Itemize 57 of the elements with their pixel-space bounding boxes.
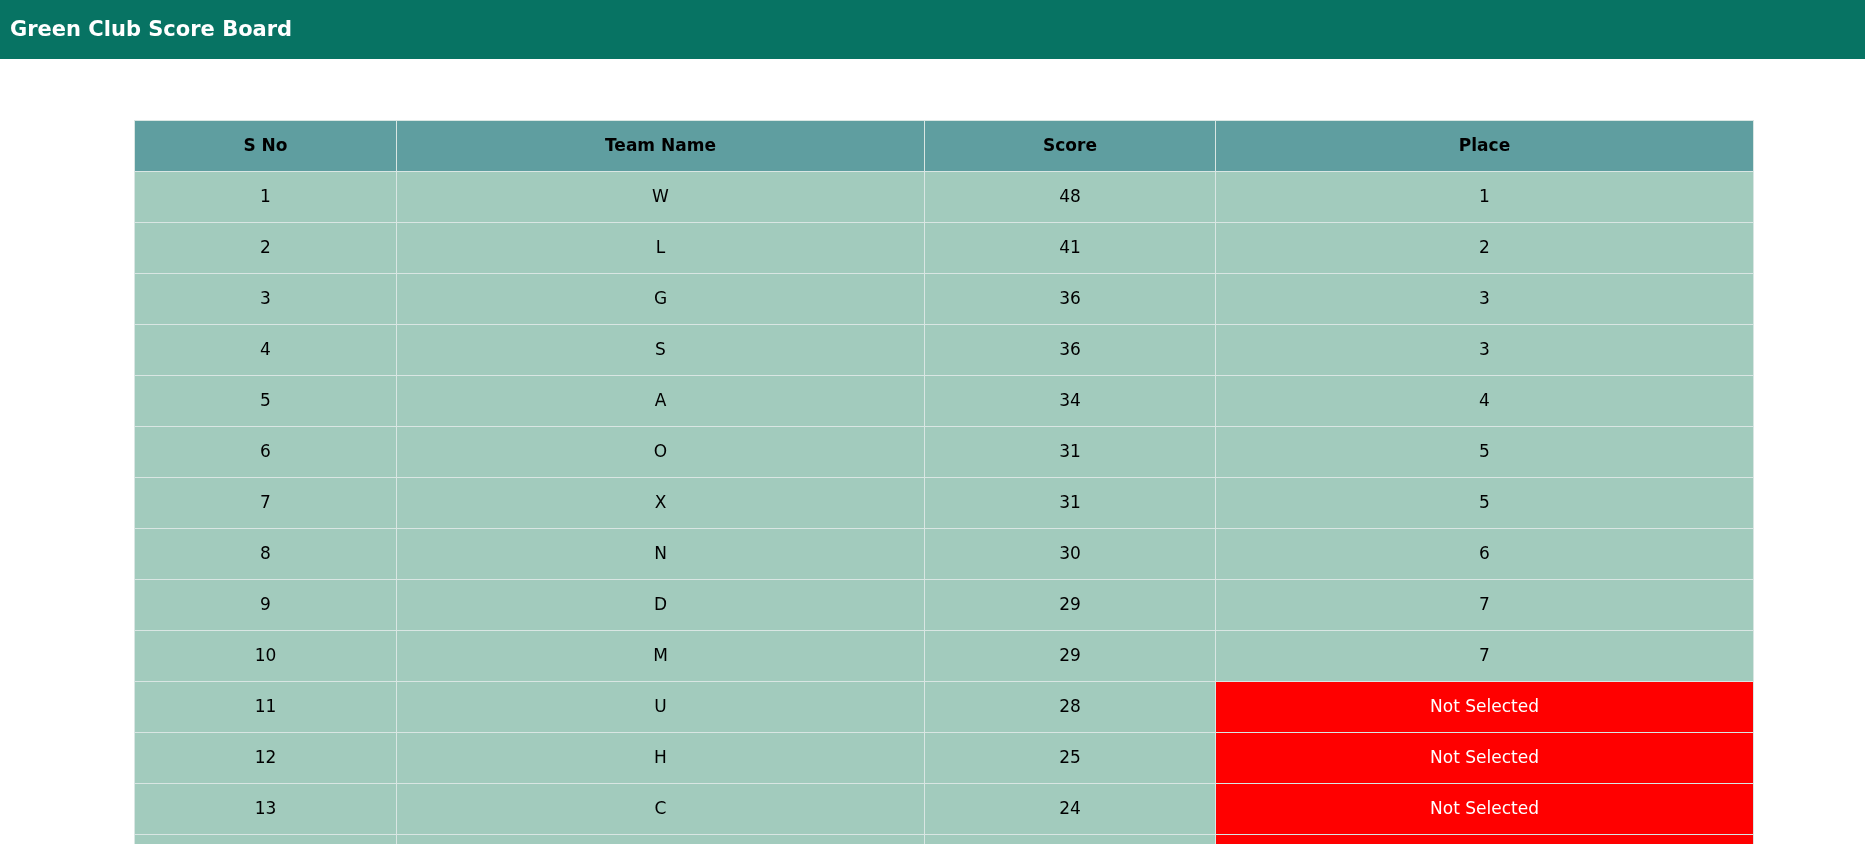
table-cell: 48 (924, 171, 1216, 223)
table-cell: 29 (924, 630, 1216, 682)
table-cell: 30 (924, 528, 1216, 580)
table-cell: 7 (1215, 579, 1754, 631)
table-cell: S (396, 324, 925, 376)
table-cell: 31 (924, 477, 1216, 529)
table-cell: 2 (134, 222, 397, 274)
table-cell: 1 (1215, 171, 1754, 223)
table-cell: L (396, 222, 925, 274)
table-cell: 10 (134, 630, 397, 682)
table-cell: 5 (1215, 426, 1754, 478)
column-header: Score (924, 120, 1216, 172)
table-cell: 36 (924, 324, 1216, 376)
table-cell: 34 (924, 375, 1216, 427)
table-cell: 25 (924, 732, 1216, 784)
table-cell: 4 (134, 324, 397, 376)
table-cell: N (396, 528, 925, 580)
table-cell: 3 (1215, 324, 1754, 376)
table-cell: H (396, 732, 925, 784)
not-selected-cell: Not Selected (1215, 681, 1754, 733)
table-cell: 11 (134, 681, 397, 733)
table-cell: 41 (924, 222, 1216, 274)
column-header: Team Name (396, 120, 925, 172)
table-cell: C (396, 783, 925, 835)
column-header: S No (134, 120, 397, 172)
table-cell: W (396, 171, 925, 223)
table-cell: 7 (1215, 630, 1754, 682)
table-cell: 9 (134, 579, 397, 631)
table-cell: 3 (134, 273, 397, 325)
table-cell: 31 (924, 426, 1216, 478)
table-cell: 5 (1215, 477, 1754, 529)
table-cell: 3 (1215, 273, 1754, 325)
table-cell: 28 (924, 681, 1216, 733)
table-cell: 7 (134, 477, 397, 529)
table-cell: 2 (1215, 222, 1754, 274)
column-header: Place (1215, 120, 1754, 172)
table-cell: A (396, 375, 925, 427)
not-selected-cell: Not Selected (1215, 732, 1754, 784)
table-cell: G (396, 273, 925, 325)
table-cell: D (396, 579, 925, 631)
table-cell: 4 (1215, 375, 1754, 427)
table-cell: 36 (924, 273, 1216, 325)
page-title: Green Club Score Board (10, 15, 293, 43)
table-cell: O (396, 426, 925, 478)
table-cell: 8 (134, 528, 397, 580)
table-cell: 29 (924, 579, 1216, 631)
table-cell: 5 (134, 375, 397, 427)
table-cell: 24 (924, 783, 1216, 835)
table-cell: 12 (134, 732, 397, 784)
table-cell: 6 (134, 426, 397, 478)
table-cell: X (396, 477, 925, 529)
table-cell: M (396, 630, 925, 682)
table-cell: 6 (1215, 528, 1754, 580)
not-selected-cell: Not Selected (1215, 783, 1754, 835)
table-cell: U (396, 681, 925, 733)
table-cell: 13 (134, 783, 397, 835)
table-cell: 1 (134, 171, 397, 223)
